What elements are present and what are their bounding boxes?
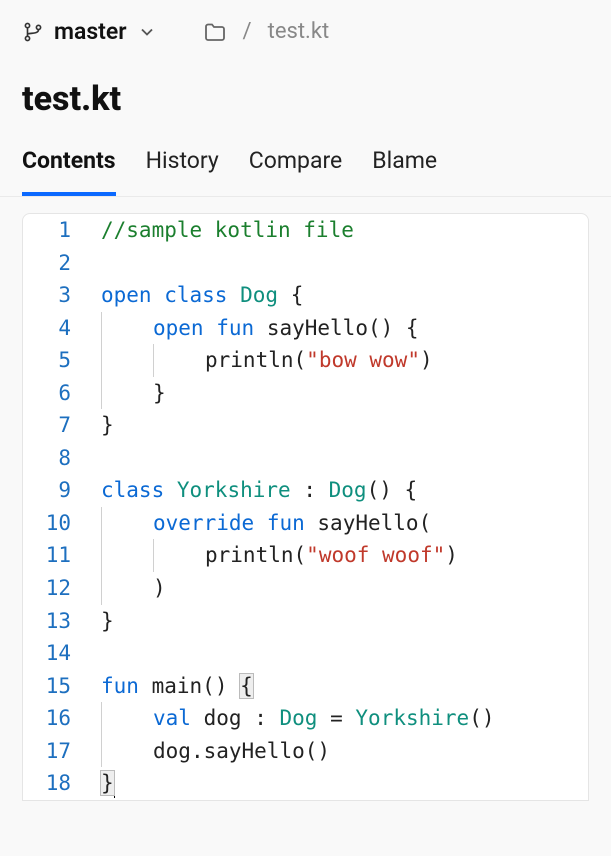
breadcrumb: / test.kt xyxy=(203,19,330,44)
line-content[interactable] xyxy=(91,247,588,280)
code-line[interactable]: 9class Yorkshire : Dog() { xyxy=(23,474,588,507)
tabs: Contents History Compare Blame xyxy=(0,129,611,197)
line-content[interactable]: override fun sayHello( xyxy=(91,507,588,540)
page-title: test.kt xyxy=(0,55,611,129)
line-content[interactable]: println("bow wow") xyxy=(91,344,588,377)
line-number[interactable]: 12 xyxy=(23,572,91,605)
branch-icon xyxy=(22,21,44,43)
line-number[interactable]: 16 xyxy=(23,702,91,735)
code-line[interactable]: 12) xyxy=(23,572,588,605)
line-content[interactable]: open fun sayHello() { xyxy=(91,312,588,345)
line-content[interactable]: } xyxy=(91,409,588,442)
line-number[interactable]: 9 xyxy=(23,474,91,507)
line-number[interactable]: 6 xyxy=(23,377,91,410)
branch-name: master xyxy=(54,18,127,45)
line-number[interactable]: 2 xyxy=(23,247,91,280)
code-line[interactable]: 7} xyxy=(23,409,588,442)
tab-history[interactable]: History xyxy=(146,147,219,196)
line-content[interactable] xyxy=(91,442,588,475)
code-line[interactable]: 14 xyxy=(23,637,588,670)
line-number[interactable]: 14 xyxy=(23,637,91,670)
line-number[interactable]: 4 xyxy=(23,312,91,345)
line-content[interactable]: } xyxy=(91,767,588,800)
line-content[interactable]: class Yorkshire : Dog() { xyxy=(91,474,588,507)
breadcrumb-file[interactable]: test.kt xyxy=(268,19,330,44)
line-number[interactable]: 5 xyxy=(23,344,91,377)
tab-compare[interactable]: Compare xyxy=(249,147,342,196)
code-line[interactable]: 1//sample kotlin file xyxy=(23,214,588,247)
code-line[interactable]: 4open fun sayHello() { xyxy=(23,312,588,345)
code-line[interactable]: 6} xyxy=(23,377,588,410)
tab-blame[interactable]: Blame xyxy=(372,147,437,196)
line-number[interactable]: 1 xyxy=(23,214,91,247)
line-number[interactable]: 11 xyxy=(23,539,91,572)
line-content[interactable]: } xyxy=(91,605,588,638)
code-line[interactable]: 15fun main() { xyxy=(23,670,588,703)
code-line[interactable]: 10override fun sayHello( xyxy=(23,507,588,540)
code-line[interactable]: 16val dog : Dog = Yorkshire() xyxy=(23,702,588,735)
line-content[interactable]: val dog : Dog = Yorkshire() xyxy=(91,702,588,735)
line-content[interactable]: } xyxy=(91,377,588,410)
line-number[interactable]: 8 xyxy=(23,442,91,475)
line-content[interactable]: ) xyxy=(91,572,588,605)
tab-contents[interactable]: Contents xyxy=(22,147,116,196)
line-content[interactable]: fun main() { xyxy=(91,670,588,703)
chevron-down-icon xyxy=(137,22,157,42)
line-number[interactable]: 10 xyxy=(23,507,91,540)
line-content[interactable]: dog.sayHello() xyxy=(91,735,588,768)
code-line[interactable]: 11println("woof woof") xyxy=(23,539,588,572)
line-content[interactable]: println("woof woof") xyxy=(91,539,588,572)
breadcrumb-separator: / xyxy=(243,19,252,44)
code-line[interactable]: 2 xyxy=(23,247,588,280)
line-number[interactable]: 18 xyxy=(23,767,91,800)
folder-icon[interactable] xyxy=(203,20,227,44)
code-line[interactable]: 18} xyxy=(23,767,588,800)
code-line[interactable]: 3open class Dog { xyxy=(23,279,588,312)
code-line[interactable]: 17dog.sayHello() xyxy=(23,735,588,768)
line-content[interactable]: //sample kotlin file xyxy=(91,214,588,247)
line-number[interactable]: 15 xyxy=(23,670,91,703)
code-line[interactable]: 13} xyxy=(23,605,588,638)
line-content[interactable] xyxy=(91,637,588,670)
code-line[interactable]: 8 xyxy=(23,442,588,475)
line-content[interactable]: open class Dog { xyxy=(91,279,588,312)
line-number[interactable]: 7 xyxy=(23,409,91,442)
branch-selector[interactable]: master xyxy=(22,18,157,45)
code-line[interactable]: 5println("bow wow") xyxy=(23,344,588,377)
line-number[interactable]: 13 xyxy=(23,605,91,638)
line-number[interactable]: 3 xyxy=(23,279,91,312)
line-number[interactable]: 17 xyxy=(23,735,91,768)
code-viewer[interactable]: 1//sample kotlin file23open class Dog {4… xyxy=(22,213,589,801)
